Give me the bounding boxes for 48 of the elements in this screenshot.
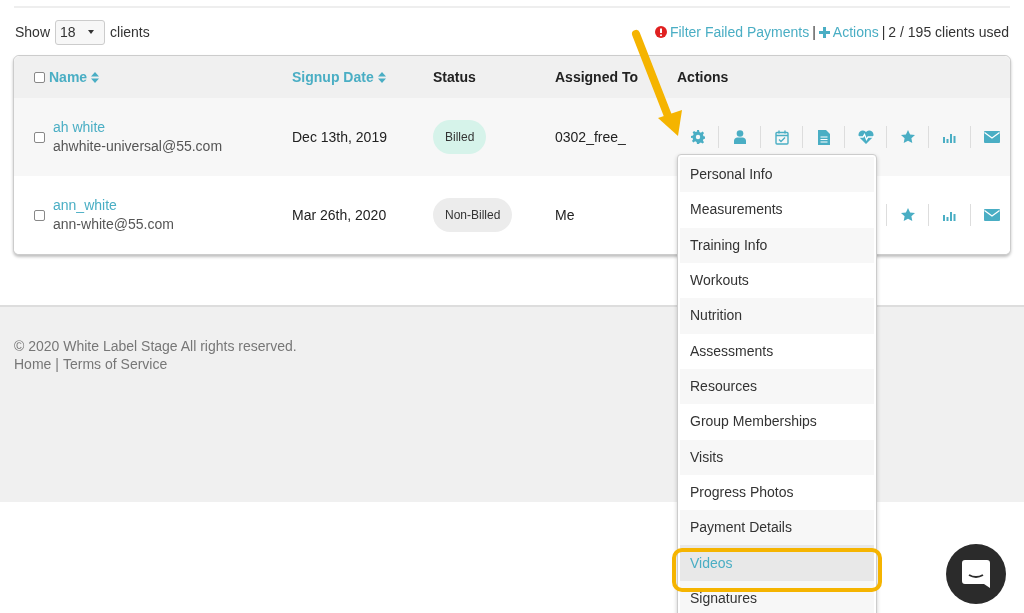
settings-icon[interactable]	[690, 130, 705, 144]
signup-date: Dec 13th, 2019	[292, 127, 388, 147]
client-email: ahwhite-universal@55.com	[53, 137, 223, 156]
document-icon[interactable]	[817, 129, 830, 145]
sort-icon	[377, 71, 386, 83]
status-badge: Non-Billed	[433, 198, 513, 232]
person-icon[interactable]	[733, 130, 746, 144]
menu-item[interactable]: Visits	[680, 439, 874, 475]
star-icon[interactable]	[900, 130, 915, 144]
chat-button[interactable]	[946, 544, 1006, 604]
bar-chart-icon[interactable]	[943, 131, 956, 143]
separator: |	[881, 22, 886, 42]
column-header: Actions	[677, 67, 729, 87]
menu-item[interactable]: Payment Details	[680, 510, 874, 546]
clients-label: clients	[110, 22, 150, 42]
menu-item[interactable]: Resources	[680, 368, 874, 405]
assigned-to: Me	[555, 205, 576, 225]
client-email: ann-white@55.com	[53, 215, 174, 234]
heartbeat-icon[interactable]	[857, 130, 874, 144]
row-checkbox[interactable]	[34, 131, 45, 143]
status-badge: Billed	[433, 120, 487, 154]
chat-icon	[962, 560, 990, 588]
plus-icon	[818, 26, 830, 38]
terms-of-service-link[interactable]: Terms of Service	[63, 355, 168, 373]
show-label: Show	[15, 22, 51, 42]
menu-item[interactable]: Training Info	[680, 227, 874, 263]
sort-icon	[91, 71, 100, 83]
alert-icon	[654, 26, 667, 38]
separator: |	[812, 22, 816, 42]
select-all-checkbox[interactable]	[34, 71, 45, 83]
column-header: Status	[433, 67, 476, 87]
caret-icon	[87, 30, 94, 34]
separator: |	[55, 355, 59, 373]
clients-used-count: 2 / 195 clients used	[888, 22, 1009, 42]
column-header: Assigned To	[555, 67, 638, 87]
page-size-select[interactable]: 18	[55, 19, 106, 45]
calendar-check-icon[interactable]	[774, 129, 789, 145]
envelope-icon[interactable]	[984, 131, 1000, 143]
signup-date: Mar 26th, 2020	[292, 205, 388, 225]
envelope-icon[interactable]	[984, 209, 1000, 221]
home-link[interactable]: Home	[14, 355, 52, 373]
star-icon[interactable]	[900, 208, 915, 222]
menu-item[interactable]: Nutrition	[680, 298, 874, 334]
row-checkbox[interactable]	[34, 209, 45, 221]
assigned-to: 0302_free_	[555, 127, 627, 147]
menu-item[interactable]: Personal Info	[680, 157, 874, 193]
copyright-text: © 2020 White Label Stage All rights reserved.	[14, 337, 297, 355]
bar-chart-icon[interactable]	[943, 209, 956, 221]
